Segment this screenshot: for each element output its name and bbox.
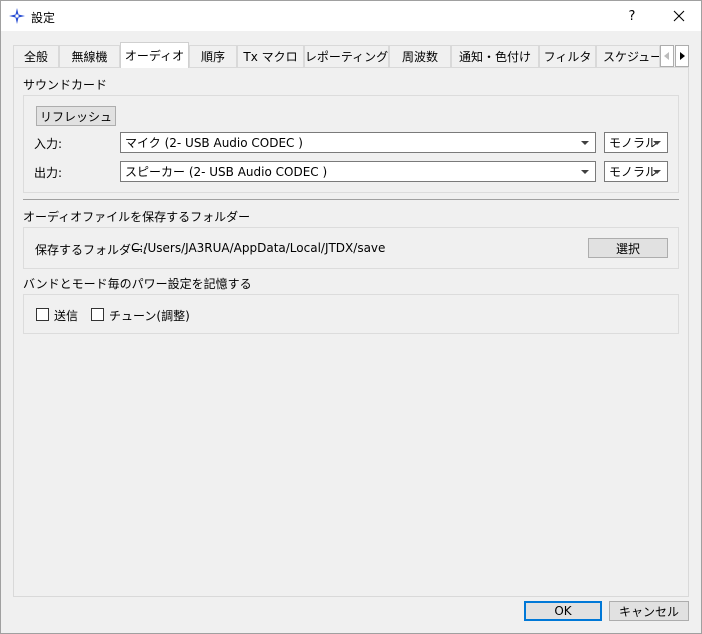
output-label: 出力: [34, 166, 63, 180]
tab-bar: 全般 無線機 オーディオ 順序 Tx マクロ レポーティング 周波数 通知・色付… [13, 42, 689, 68]
tab-scroll-left-button[interactable] [660, 45, 674, 67]
save-folder-group: 保存するフォルダー: C:/Users/JA3RUA/AppData/Local… [23, 227, 679, 269]
close-button[interactable] [661, 1, 697, 31]
tab-notifications[interactable]: 通知・色付け [451, 45, 539, 67]
soundcard-group: リフレッシュ 入力: マイク (2- USB Audio CODEC ) モノラ… [23, 95, 679, 193]
arrow-left-icon [664, 52, 669, 60]
window-title: 設定 [31, 11, 56, 25]
help-button[interactable]: ? [615, 1, 649, 31]
tab-scroll-right-button[interactable] [675, 45, 689, 67]
title-bar: 設定 ? [1, 1, 701, 31]
tab-radio[interactable]: 無線機 [59, 45, 120, 67]
settings-dialog: 設定 ? 全般 無線機 オーディオ 順序 Tx マクロ レポーティング 周波数 … [0, 0, 702, 634]
tab-general[interactable]: 全般 [13, 45, 59, 67]
tab-scheduler[interactable]: スケジューラ [596, 45, 660, 67]
save-folder-section-title: オーディオファイルを保存するフォルダー [23, 210, 251, 224]
output-device-select[interactable]: スピーカー (2- USB Audio CODEC ) [120, 161, 596, 182]
input-label: 入力: [34, 137, 63, 151]
chevron-down-icon [653, 141, 661, 145]
arrow-right-icon [680, 52, 685, 60]
chevron-down-icon [653, 170, 661, 174]
power-group: 送信 チューン(調整) [23, 294, 679, 334]
tab-tx-macros[interactable]: Tx マクロ [237, 45, 304, 67]
power-section-title: バンドとモード毎のパワー設定を記憶する [23, 277, 252, 291]
audio-tab-panel: サウンドカード リフレッシュ 入力: マイク (2- USB Audio COD… [13, 67, 689, 597]
section-divider [23, 199, 679, 200]
soundcard-section-title: サウンドカード [23, 78, 108, 92]
input-device-select[interactable]: マイク (2- USB Audio CODEC ) [120, 132, 596, 153]
tab-filters[interactable]: フィルタ [539, 45, 596, 67]
tune-power-label[interactable]: チューン(調整) [109, 307, 190, 324]
chevron-down-icon [581, 141, 589, 145]
close-icon [673, 10, 685, 22]
refresh-button[interactable]: リフレッシュ [36, 106, 116, 126]
input-channel-select[interactable]: モノラル [604, 132, 668, 153]
tune-power-checkbox[interactable] [91, 308, 104, 321]
tx-power-label[interactable]: 送信 [54, 307, 78, 324]
app-star-icon [9, 8, 25, 24]
cancel-button[interactable]: キャンセル [609, 601, 689, 621]
tab-sequence[interactable]: 順序 [189, 45, 237, 67]
tx-power-checkbox[interactable] [36, 308, 49, 321]
output-channel-select[interactable]: モノラル [604, 161, 668, 182]
chevron-down-icon [581, 170, 589, 174]
tab-reporting[interactable]: レポーティング [304, 45, 389, 67]
ok-button[interactable]: OK [524, 601, 602, 621]
save-folder-path: C:/Users/JA3RUA/AppData/Local/JTDX/save [131, 241, 386, 255]
select-folder-button[interactable]: 選択 [588, 238, 668, 258]
help-icon: ? [628, 8, 636, 24]
tab-audio[interactable]: オーディオ [120, 42, 189, 68]
tab-frequencies[interactable]: 周波数 [389, 45, 451, 67]
